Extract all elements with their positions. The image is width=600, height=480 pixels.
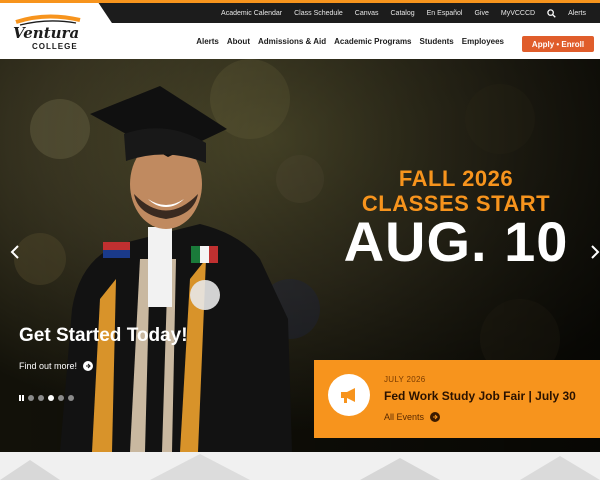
carousel-dot-5[interactable] xyxy=(68,395,74,401)
apply-enroll-button[interactable]: Apply • Enroll xyxy=(522,36,594,52)
utility-link-catalog[interactable]: Catalog xyxy=(385,10,421,17)
search-icon[interactable] xyxy=(541,8,562,18)
utility-link-class-schedule[interactable]: Class Schedule xyxy=(288,10,349,17)
utility-link-espanol[interactable]: En Español xyxy=(421,10,469,17)
logo-area: Ventura COLLEGE xyxy=(0,3,112,59)
carousel-dot-1[interactable] xyxy=(28,395,34,401)
utility-link-alerts[interactable]: Alerts xyxy=(562,10,592,17)
nav-item-alerts[interactable]: Alerts xyxy=(192,37,223,46)
logo-sub-text: COLLEGE xyxy=(32,42,78,51)
hero-headline-line1: FALL 2026 xyxy=(398,166,514,191)
find-out-more-link[interactable]: Find out more! xyxy=(19,361,94,371)
event-date: JULY 2026 xyxy=(384,375,426,384)
nav-item-about[interactable]: About xyxy=(223,37,254,46)
all-events-link[interactable]: All Events xyxy=(384,412,441,422)
chevron-left-icon[interactable] xyxy=(10,245,20,264)
arrow-right-circle-icon xyxy=(430,412,441,422)
pause-icon[interactable] xyxy=(19,395,24,401)
carousel-controls xyxy=(19,395,74,401)
utility-link-myvcccd[interactable]: MyVCCCD xyxy=(495,10,541,17)
carousel-dot-2[interactable] xyxy=(38,395,44,401)
megaphone-icon xyxy=(328,374,370,416)
main-nav-items: Alerts About Admissions & Aid Academic P… xyxy=(192,23,508,59)
event-card[interactable]: JULY 2026 Fed Work Study Job Fair | July… xyxy=(314,360,600,438)
decorative-pattern xyxy=(0,452,600,480)
all-events-label: All Events xyxy=(384,412,425,422)
logo-script-text: Ventura xyxy=(13,24,79,42)
nav-item-students[interactable]: Students xyxy=(416,37,458,46)
utility-links: Academic Calendar Class Schedule Canvas … xyxy=(215,3,592,23)
carousel-dot-3[interactable] xyxy=(48,395,54,401)
utility-link-give[interactable]: Give xyxy=(468,10,494,17)
hero-carousel: FALL 2026 CLASSES START AUG. 10 Get Star… xyxy=(0,59,600,452)
chevron-right-icon[interactable] xyxy=(590,245,600,264)
event-title[interactable]: Fed Work Study Job Fair | July 30 xyxy=(384,389,576,403)
find-out-more-label: Find out more! xyxy=(19,361,78,371)
nav-item-employees[interactable]: Employees xyxy=(458,37,508,46)
nav-item-academic-programs[interactable]: Academic Programs xyxy=(330,37,415,46)
carousel-dot-4[interactable] xyxy=(58,395,64,401)
utility-link-academic-calendar[interactable]: Academic Calendar xyxy=(215,10,288,17)
arrow-right-circle-icon xyxy=(83,361,94,371)
utility-link-canvas[interactable]: Canvas xyxy=(349,10,385,17)
nav-item-admissions-aid[interactable]: Admissions & Aid xyxy=(254,37,330,46)
top-accent-bar xyxy=(0,0,600,3)
next-section-preview xyxy=(0,452,600,480)
hero-headline-date: AUG. 10 xyxy=(343,210,569,273)
ventura-college-logo[interactable]: Ventura COLLEGE xyxy=(10,13,90,53)
hero-cta-title: Get Started Today! xyxy=(19,325,188,346)
